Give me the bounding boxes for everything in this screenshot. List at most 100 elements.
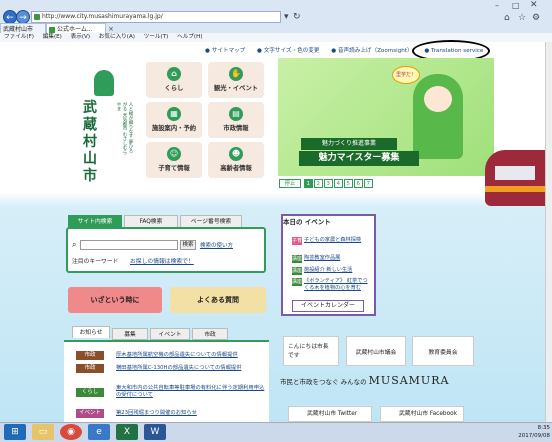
faq-button[interactable]: よくある質問: [170, 287, 266, 313]
forward-button[interactable]: →: [16, 10, 30, 24]
site-icon: [34, 14, 40, 20]
maximize-icon[interactable]: □: [512, 1, 520, 11]
facebook-link[interactable]: 武蔵村山市 Facebook: [380, 406, 464, 422]
event-item-link[interactable]: 子どもの家農と森林探検: [304, 237, 372, 244]
mayor-banner[interactable]: こんにちは市長です: [283, 336, 339, 366]
slide-pager: 停止 1234567: [279, 179, 374, 189]
event-item-link[interactable]: 《ボランティア》 紅茶でつくる木を植物の心を育む: [304, 278, 372, 292]
slide-page-button[interactable]: 7: [363, 179, 373, 188]
event-category-badge: 講座: [292, 267, 303, 275]
emergency-button[interactable]: いざという時に: [68, 287, 162, 313]
text-size-link[interactable]: ● 文字サイズ・色の変更: [257, 48, 324, 54]
mascot-face: [424, 86, 452, 112]
tab-page-number-search[interactable]: ページ番号検索: [180, 215, 242, 227]
tab-recruit[interactable]: 募集: [112, 328, 148, 340]
slide-page-button[interactable]: 3: [323, 179, 333, 188]
tab-city-government[interactable]: 市政: [192, 328, 228, 340]
search-icon: ⌕: [72, 240, 77, 249]
excel-taskbar-icon[interactable]: X: [116, 424, 138, 440]
news-item-link[interactable]: 第23回残堀まつり開催のお知らせ: [116, 410, 266, 417]
hand-icon: ✋: [229, 67, 243, 81]
city-logo-name[interactable]: 武蔵村山市: [83, 100, 105, 185]
tile-childcare[interactable]: ☺ 子育て情報: [146, 142, 202, 178]
hero-caption-large: 魅力マイスター募集: [299, 151, 419, 166]
twitter-link[interactable]: 武蔵村山市 Twitter: [288, 406, 372, 422]
document-icon: ▤: [229, 107, 243, 121]
city-emblem-icon: [94, 70, 114, 96]
ie-taskbar-icon[interactable]: e: [88, 424, 110, 440]
keyword-link[interactable]: お探しの情報は検索で！: [130, 256, 194, 265]
search-button[interactable]: 検索: [180, 240, 196, 250]
clock[interactable]: 8:35 2017/09/08: [518, 424, 550, 440]
search-panel: [66, 227, 266, 273]
news-category-badge: 市政: [76, 364, 104, 373]
keyword-label: 注目のキーワード: [72, 259, 119, 265]
slide-page-button[interactable]: 1: [303, 179, 313, 188]
start-button[interactable]: ⊞: [4, 424, 26, 440]
slide-page-button[interactable]: 4: [333, 179, 343, 188]
address-bar[interactable]: http://www.city.musashimurayama.lg.jp/: [31, 11, 281, 23]
word-taskbar-icon[interactable]: W: [144, 424, 166, 440]
tab-site-search[interactable]: サイト内検索: [68, 215, 122, 227]
menu-help[interactable]: ヘルプ(H): [177, 34, 202, 40]
tile-city-info[interactable]: ▤ 市政情報: [208, 102, 264, 138]
event-item-link[interactable]: 施設紹介 新しい生活: [304, 267, 372, 274]
menu-view[interactable]: 表示(V): [71, 34, 90, 40]
menu-edit[interactable]: 編集(E): [43, 34, 62, 40]
event-category-badge: 講座: [292, 255, 303, 263]
search-dropdown-icon[interactable]: ▾: [284, 12, 289, 22]
news-item-link[interactable]: 東大和市内の公共自転車等駐車場の有料化に伴う定期利用申込の受付について: [116, 385, 266, 399]
slide-page-button[interactable]: 5: [343, 179, 353, 188]
settings-gear-icon[interactable]: ⚙: [532, 13, 540, 23]
train-window: [495, 166, 535, 180]
event-calendar-button[interactable]: イベントカレンダー: [292, 300, 364, 312]
menu-file[interactable]: ファイル(F): [4, 34, 34, 40]
minimize-icon[interactable]: –: [495, 1, 499, 11]
news-item-link[interactable]: 厚木基地所属航空機の部品遺失についての情報提供: [116, 352, 266, 359]
tile-tourism[interactable]: ✋ 観光・イベント: [208, 62, 264, 98]
menu-favorites[interactable]: お気に入り(A): [99, 34, 135, 40]
slide-page-button[interactable]: 2: [313, 179, 323, 188]
child-icon: ☺: [167, 147, 181, 161]
mascot-speech-bubble: 里芋だ！: [392, 66, 420, 84]
tile-elderly[interactable]: ☻ 高齢者情報: [208, 142, 264, 178]
train-stripe: [485, 186, 545, 192]
news-category-badge: イベント: [76, 409, 104, 418]
menu-tools[interactable]: ツール(T): [144, 34, 169, 40]
tab-faq-search[interactable]: FAQ検索: [124, 215, 178, 227]
monorail-illustration: [485, 150, 545, 206]
event-title: 本日の イベント: [283, 216, 373, 228]
building-icon: ▦: [167, 107, 181, 121]
news-category-badge: くらし: [76, 388, 104, 397]
refresh-icon[interactable]: ↻: [293, 12, 301, 22]
news-category-badge: 市政: [76, 351, 104, 360]
back-button[interactable]: ←: [3, 10, 17, 24]
search-howto-link[interactable]: 検索の使い方: [200, 241, 233, 249]
home-icon: ⌂: [167, 67, 181, 81]
home-icon[interactable]: ⌂: [504, 13, 510, 23]
tab-news[interactable]: お知らせ: [72, 326, 110, 338]
taskbar: [0, 422, 552, 442]
search-input[interactable]: [80, 240, 178, 250]
chrome-taskbar-icon[interactable]: ◉: [60, 424, 82, 440]
event-item-link[interactable]: 陶芸教室作品展: [304, 255, 372, 262]
board-of-education-banner[interactable]: 教育委員会: [412, 336, 474, 366]
pause-button[interactable]: 停止: [279, 179, 301, 188]
news-item-link[interactable]: 横田基地所属C-130Hの部品遺失についての情報提供: [116, 365, 266, 372]
scrollbar[interactable]: [545, 42, 552, 422]
event-category-badge: 講座: [292, 278, 303, 286]
slide-page-button[interactable]: 6: [353, 179, 363, 188]
sitemap-link[interactable]: ● サイトマップ: [205, 48, 250, 54]
tile-facilities[interactable]: ▦ 施設案内・予約: [146, 102, 202, 138]
hero-caption-small: 魅力づくり推進事業: [301, 138, 397, 150]
explorer-taskbar-icon[interactable]: ▭: [32, 424, 54, 440]
close-window-icon[interactable]: ✕: [530, 0, 538, 10]
tab-events[interactable]: イベント: [150, 328, 190, 340]
elderly-icon: ☻: [229, 147, 243, 161]
favorites-star-icon[interactable]: ☆: [518, 13, 526, 23]
tile-kurashi[interactable]: ⌂ くらし: [146, 62, 202, 98]
council-banner[interactable]: 武蔵村山市議会: [346, 336, 406, 366]
zoomsight-link[interactable]: ● 音声読み上げ（Zoomsight）: [331, 48, 417, 54]
musamura-banner[interactable]: 市民と市政をつなぐ みんなの MUSAMURA: [280, 375, 545, 387]
event-category-badge: 子育: [292, 237, 303, 245]
